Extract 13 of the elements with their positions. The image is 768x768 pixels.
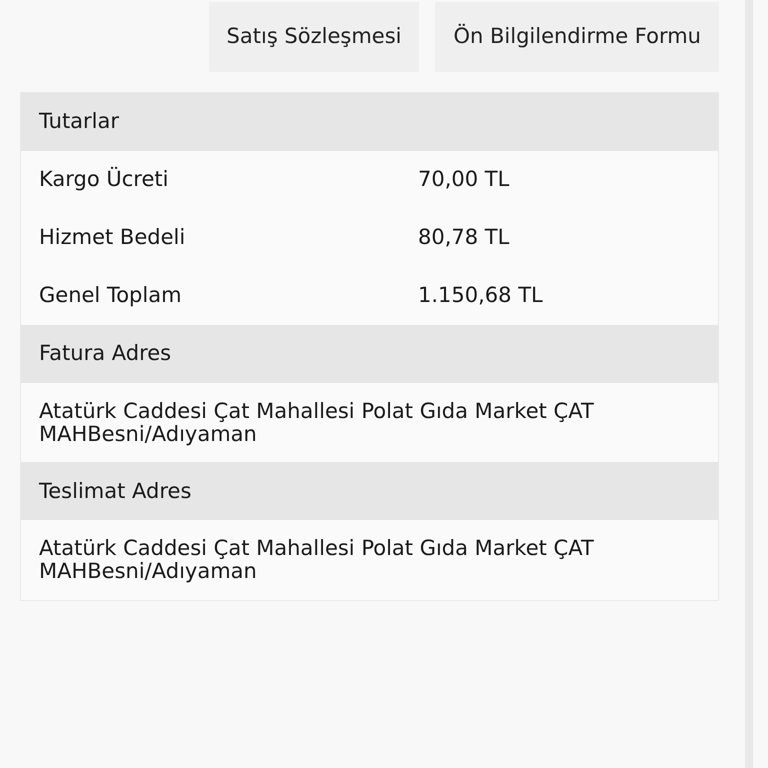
- section-title: Tutarlar: [39, 108, 120, 136]
- pre-information-form-button[interactable]: Ön Bilgilendirme Formu: [435, 2, 719, 72]
- address-text: Atatürk Caddesi Çat Mahallesi Polat Gıda Market ÇAT MAHBesni/Adıyaman: [39, 536, 594, 584]
- address-text: Atatürk Caddesi Çat Mahallesi Polat Gıda Market ÇAT MAHBesni/Adıyaman: [39, 399, 594, 446]
- section-title: Teslimat Adres: [39, 478, 192, 505]
- sales-contract-button[interactable]: Satış Sözleşmesi: [208, 2, 420, 72]
- amount-label: Kargo Ücreti: [39, 166, 168, 194]
- amount-value: 1.150,68 TL: [418, 282, 544, 310]
- amount-value: 70,00 TL: [418, 166, 510, 194]
- amount-value: 80,78 TL: [418, 224, 510, 252]
- amount-label: Hizmet Bedeli: [39, 224, 186, 252]
- section-title: Fatura Adres: [39, 340, 172, 368]
- amount-label: Genel Toplam: [39, 282, 182, 310]
